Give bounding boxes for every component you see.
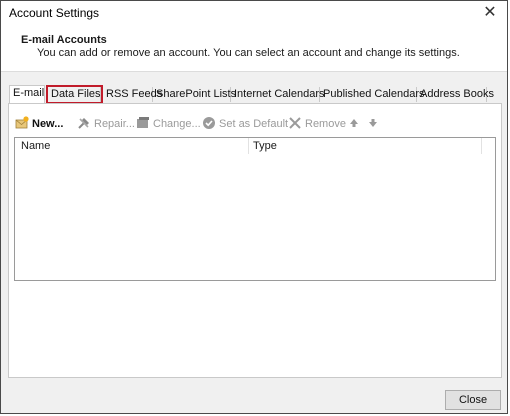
tab-strip: E-mail Data Files RSS Feeds SharePoint L… xyxy=(9,85,499,104)
check-circle-icon xyxy=(203,117,215,129)
tab-email[interactable]: E-mail xyxy=(9,85,45,103)
remove-button[interactable]: Remove xyxy=(288,115,346,133)
remove-button-label: Remove xyxy=(305,118,346,130)
dialog-header: E-mail Accounts You can add or remove an… xyxy=(1,27,507,72)
move-down-button[interactable] xyxy=(366,115,383,133)
header-description: You can add or remove an account. You ca… xyxy=(37,47,460,59)
change-button-label: Change... xyxy=(153,118,201,130)
column-header-type[interactable]: Type xyxy=(253,140,277,152)
close-button[interactable]: Close xyxy=(445,390,501,410)
new-button-label: New... xyxy=(32,118,64,130)
arrow-down-icon xyxy=(369,119,377,127)
tab-address-books[interactable]: Address Books xyxy=(417,87,494,102)
tab-sharepoint-lists[interactable]: SharePoint Lists xyxy=(153,87,236,102)
repair-button-label: Repair... xyxy=(94,118,135,130)
repair-button[interactable]: Repair... xyxy=(77,115,135,133)
new-account-button[interactable]: New... xyxy=(15,115,63,133)
list-header: Name Type xyxy=(15,138,495,155)
tab-internet-calendars[interactable]: Internet Calendars xyxy=(231,87,325,102)
column-header-name[interactable]: Name xyxy=(21,140,50,152)
email-tab-panel: New... Repair... Change... Set as Defaul… xyxy=(8,103,502,378)
header-title: E-mail Accounts xyxy=(21,34,107,46)
column-separator[interactable] xyxy=(481,138,482,154)
tab-rss-feeds[interactable]: RSS Feeds xyxy=(103,87,162,102)
account-toolbar: New... Repair... Change... Set as Defaul… xyxy=(15,115,495,133)
account-settings-dialog: Account Settings ✕ E-mail Accounts You c… xyxy=(0,0,508,414)
remove-x-icon xyxy=(289,117,301,129)
set-as-default-label: Set as Default xyxy=(219,118,289,130)
close-icon[interactable]: ✕ xyxy=(479,2,501,24)
move-up-button[interactable] xyxy=(347,115,364,133)
accounts-list[interactable]: Name Type xyxy=(14,137,496,281)
tab-data-files[interactable]: Data Files xyxy=(46,85,103,104)
title-bar: Account Settings ✕ xyxy=(1,1,507,27)
change-icon xyxy=(137,117,149,128)
window-title: Account Settings xyxy=(9,6,100,20)
tools-icon xyxy=(78,118,89,129)
new-account-icon xyxy=(15,116,29,129)
tab-published-calendars[interactable]: Published Calendars xyxy=(320,87,425,102)
arrow-up-icon xyxy=(350,119,358,127)
set-as-default-button[interactable]: Set as Default xyxy=(202,115,288,133)
change-button[interactable]: Change... xyxy=(136,115,201,133)
column-separator[interactable] xyxy=(248,138,249,154)
